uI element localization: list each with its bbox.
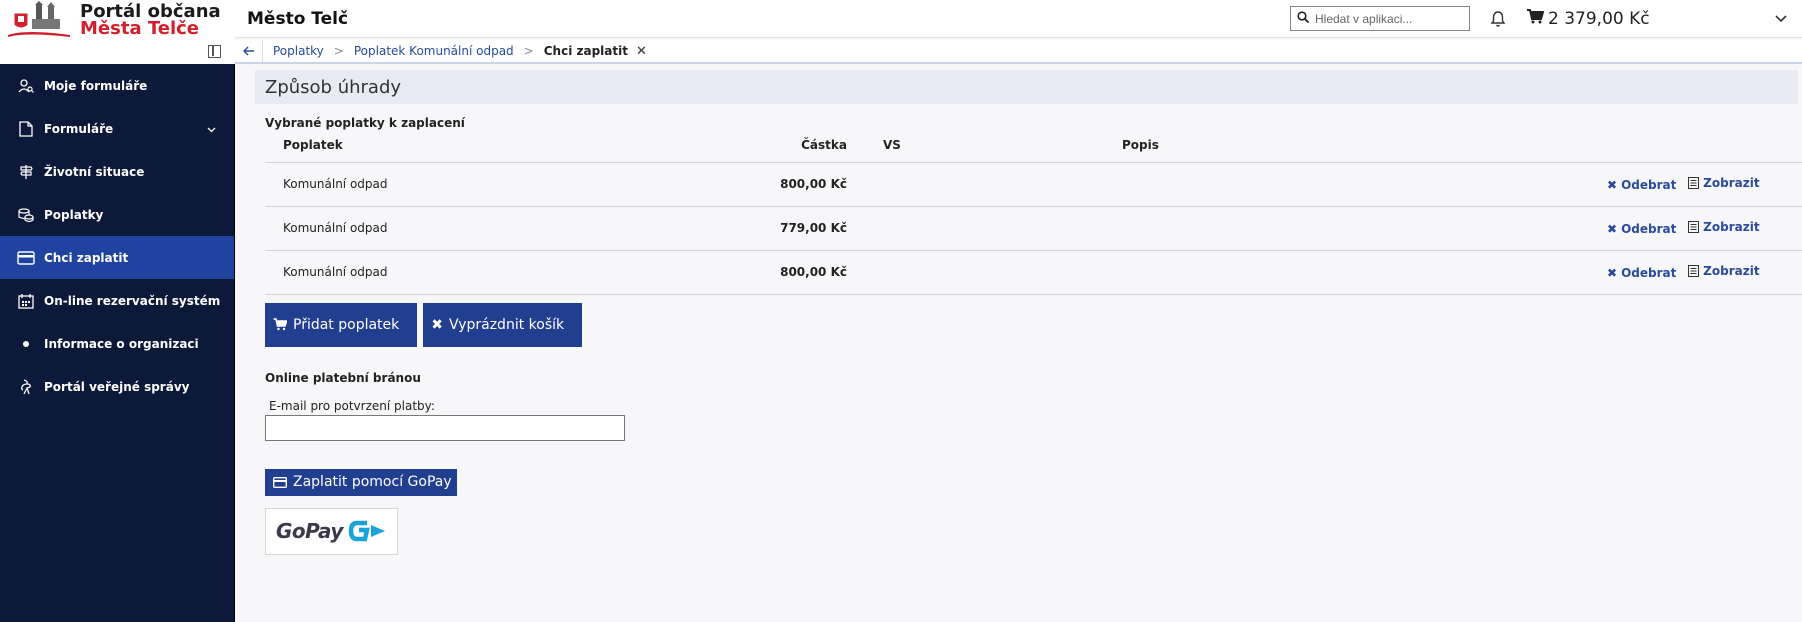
sidebar-item-label: Portál veřejné správy: [44, 379, 190, 394]
fee-amount: 779,00 Kč: [555, 206, 847, 251]
gopay-logo-text: GoPay: [276, 519, 343, 543]
main-content: Způsob úhrady Vybrané poplatky k zaplace…: [255, 70, 1802, 555]
back-arrow-icon[interactable]: [235, 40, 263, 62]
close-icon[interactable]: ✕: [636, 44, 647, 59]
table-row: Komunální odpad 779,00 Kč ✖ Odebrat Zobra…: [265, 206, 1802, 251]
sidebar-item-label: Chci zaplatit: [44, 250, 129, 265]
column-header-actions: [1297, 136, 1802, 163]
breadcrumb-current: Chci zaplatit: [543, 44, 628, 58]
user-search-icon: [16, 77, 36, 95]
city-crest-icon: [6, 1, 72, 39]
show-button[interactable]: Zobrazit: [1688, 220, 1760, 234]
fee-description: [1122, 206, 1297, 251]
search-icon: [1297, 10, 1310, 27]
list-icon: [1688, 221, 1700, 233]
fees-table: Poplatek Částka VS Popis Komunální odpad…: [265, 136, 1802, 295]
cart-summary[interactable]: 2 379,00 Kč: [1526, 8, 1650, 29]
remove-button[interactable]: ✖ Odebrat: [1607, 266, 1676, 280]
breadcrumb-link-komunalni-odpad[interactable]: Poplatek Komunální odpad: [354, 44, 514, 58]
fee-vs: [847, 162, 1122, 207]
sidebar-item-label: On-line rezervační systém: [44, 293, 221, 308]
section-title: Způsob úhrady: [255, 70, 1798, 104]
column-header-poplatek: Poplatek: [265, 136, 555, 163]
column-header-vs: VS: [847, 136, 1122, 163]
breadcrumb-separator: >: [333, 44, 344, 58]
show-button[interactable]: Zobrazit: [1688, 176, 1760, 190]
credit-card-icon: [16, 249, 36, 267]
close-icon: ✖: [1607, 178, 1618, 192]
table-row: Komunální odpad 800,00 Kč ✖ Odebrat Zobra…: [265, 162, 1802, 207]
chevron-down-icon[interactable]: [1775, 12, 1787, 27]
sidebar-item-moje-formulare[interactable]: Moje formuláře: [0, 64, 234, 107]
fee-amount: 800,00 Kč: [555, 250, 847, 295]
online-payment-title: Online platební bránou: [265, 370, 421, 385]
search-box[interactable]: [1290, 6, 1470, 31]
close-icon: ✖: [1607, 266, 1618, 280]
list-icon: [1688, 265, 1700, 277]
sidebar-item-formulare[interactable]: Formuláře: [0, 107, 234, 150]
fee-vs: [847, 206, 1122, 251]
table-row: Komunální odpad 800,00 Kč ✖ Odebrat Zobra…: [265, 250, 1802, 295]
logo[interactable]: Portál občana Města Telče: [0, 0, 235, 40]
list-icon: [1688, 177, 1700, 189]
sidebar-item-zivotni-situace[interactable]: Životní situace: [0, 150, 234, 193]
coins-icon: [16, 206, 36, 224]
fee-description: [1122, 162, 1297, 207]
sidebar-collapse-row: [0, 40, 235, 64]
search-input[interactable]: [1315, 11, 1455, 26]
fee-name: Komunální odpad: [265, 250, 555, 295]
fee-name: Komunální odpad: [265, 206, 555, 251]
bell-icon[interactable]: [1490, 10, 1508, 28]
email-label: E-mail pro potvrzení platby:: [269, 398, 435, 413]
fee-name: Komunální odpad: [265, 162, 555, 207]
selected-fees-title: Vybrané poplatky k zaplacení: [265, 116, 465, 130]
page-title: Město Telč: [247, 8, 349, 29]
sidebar-item-label: Informace o organizaci: [44, 336, 199, 351]
chevron-down-icon[interactable]: [207, 122, 216, 136]
fee-amount: 800,00 Kč: [555, 162, 847, 207]
remove-button[interactable]: ✖ Odebrat: [1607, 178, 1676, 192]
sidebar-item-chci-zaplatit[interactable]: Chci zaplatit: [0, 236, 234, 279]
empty-cart-button[interactable]: ✖ Vyprázdnit košík: [423, 302, 583, 347]
gopay-g-icon: [347, 517, 387, 545]
cart-icon: [1526, 8, 1545, 29]
sidebar-item-label: Poplatky: [44, 207, 104, 222]
gopay-logo: GoPay: [265, 507, 398, 555]
signpost-icon: [16, 163, 36, 181]
dot-icon: [16, 335, 36, 353]
lion-icon: [16, 378, 36, 396]
breadcrumb-link-poplatky[interactable]: Poplatky: [273, 44, 324, 58]
cart-icon: [273, 318, 287, 331]
sidebar-item-label: Formuláře: [44, 121, 114, 136]
sidebar-item-poplatky[interactable]: Poplatky: [0, 193, 234, 236]
sidebar-item-label: Moje formuláře: [44, 78, 148, 93]
calendar-icon: [16, 292, 36, 310]
add-fee-button[interactable]: Přidat poplatek: [265, 302, 418, 347]
document-icon: [16, 120, 36, 138]
remove-button[interactable]: ✖ Odebrat: [1607, 222, 1676, 236]
close-icon: ✖: [431, 316, 443, 333]
cart-amount: 2 379,00 Kč: [1548, 8, 1650, 29]
fee-description: [1122, 250, 1297, 295]
sidebar-collapse-icon[interactable]: [208, 45, 221, 58]
pay-gopay-button[interactable]: Zaplatit pomocí GoPay: [265, 468, 457, 496]
sidebar-item-portal-verejne-spravy[interactable]: Portál veřejné správy: [0, 365, 234, 408]
sidebar: Moje formuláře Formuláře Životní situace…: [0, 64, 235, 622]
email-field[interactable]: [265, 414, 625, 441]
sidebar-item-rezervacni-system[interactable]: On-line rezervační systém: [0, 279, 234, 322]
column-header-castka: Částka: [555, 136, 847, 163]
logo-subtitle: Města Telče: [80, 18, 199, 39]
close-icon: ✖: [1607, 222, 1618, 236]
sidebar-item-informace-o-organizaci[interactable]: Informace o organizaci: [0, 322, 234, 365]
column-header-popis: Popis: [1122, 136, 1297, 163]
sidebar-item-label: Životní situace: [44, 164, 145, 179]
credit-card-icon: [273, 476, 287, 488]
breadcrumb: Poplatky > Poplatek Komunální odpad > Ch…: [235, 40, 1802, 64]
breadcrumb-separator: >: [523, 44, 534, 58]
show-button[interactable]: Zobrazit: [1688, 264, 1760, 278]
fee-vs: [847, 250, 1122, 295]
